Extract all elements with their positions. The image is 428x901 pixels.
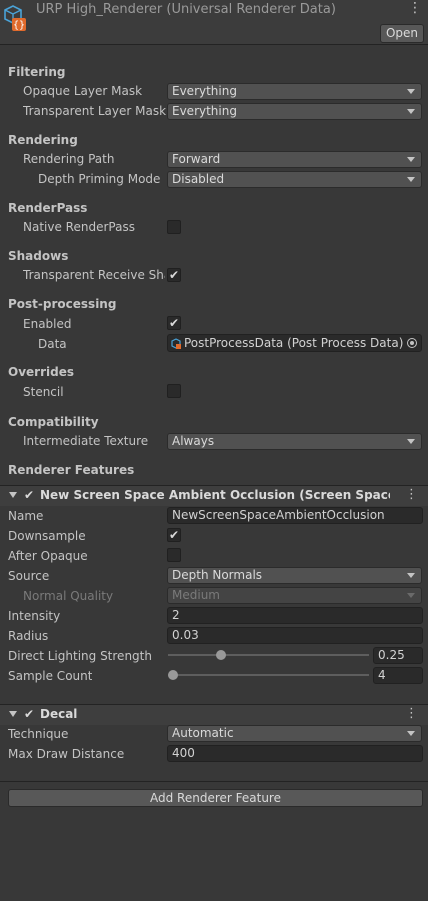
section-shadows: Shadows [8,249,69,263]
downsample-label: Downsample [8,529,86,543]
ssao-enabled-checkbox[interactable]: ✔ [24,489,36,501]
transparent-layer-mask-dropdown[interactable]: Everything [167,103,422,120]
decal-feature-title: Decal [40,707,78,721]
foldout-arrow-icon[interactable] [9,711,17,717]
max-draw-distance-label: Max Draw Distance [8,747,125,761]
foldout-arrow-icon[interactable] [9,492,17,498]
section-overrides: Overrides [8,365,74,379]
opaque-layer-mask-label: Opaque Layer Mask [23,84,143,98]
stencil-checkbox[interactable] [167,384,181,398]
after-opaque-label: After Opaque [8,549,88,563]
sample-count-field[interactable]: 4 [373,667,423,684]
downsample-checkbox[interactable]: ✔ [167,528,181,542]
ssao-feature-header[interactable]: ✔ New Screen Space Ambient Occlusion (Sc… [0,485,428,506]
inspector-title: URP High_Renderer (Universal Renderer Da… [36,2,336,17]
post-processing-enabled-checkbox[interactable]: ✔ [167,316,181,330]
normal-quality-label: Normal Quality [23,589,114,603]
ssao-name-field[interactable]: NewScreenSpaceAmbientOcclusion [167,507,423,524]
chevron-down-icon [407,89,415,94]
section-compatibility: Compatibility [8,415,99,429]
divider [0,781,428,782]
direct-lighting-slider-track[interactable] [168,654,369,656]
ssao-name-label: Name [8,509,44,523]
transparent-layer-mask-label: Transparent Layer Mask [23,104,167,118]
chevron-down-icon [407,439,415,444]
native-renderpass-label: Native RenderPass [23,220,135,234]
section-rendering: Rendering [8,133,78,147]
object-picker-icon[interactable] [407,338,417,348]
kebab-menu-icon[interactable]: ⋮ [405,487,418,502]
intermediate-texture-dropdown[interactable]: Always [167,433,422,450]
depth-priming-mode-label: Depth Priming Mode [38,172,161,186]
sample-count-slider-handle[interactable] [168,670,178,680]
transparent-layer-mask-value: Everything [172,104,237,118]
normal-quality-value: Medium [172,588,220,602]
native-renderpass-checkbox[interactable] [167,220,181,234]
chevron-down-icon [407,731,415,736]
opaque-layer-mask-dropdown[interactable]: Everything [167,83,422,100]
intensity-field[interactable]: 2 [167,607,423,624]
decal-enabled-checkbox[interactable]: ✔ [24,708,36,720]
sample-count-slider-track[interactable] [168,674,369,676]
post-process-data-value: PostProcessData (Post Process Data) [184,336,404,350]
technique-label: Technique [8,727,69,741]
chevron-down-icon [407,573,415,578]
technique-value: Automatic [172,726,234,740]
radius-field[interactable]: 0.03 [167,627,423,644]
technique-dropdown[interactable]: Automatic [167,725,422,742]
rendering-path-dropdown[interactable]: Forward [167,151,422,168]
post-process-data-field[interactable]: PostProcessData (Post Process Data) [167,334,422,352]
chevron-down-icon [407,593,415,598]
section-filtering: Filtering [8,65,66,79]
kebab-menu-icon[interactable]: ⋮ [408,0,422,16]
intensity-label: Intensity [8,609,61,623]
direct-lighting-slider-handle[interactable] [215,650,226,660]
sample-count-label: Sample Count [8,669,93,683]
section-post-processing: Post-processing [8,297,117,311]
after-opaque-checkbox[interactable] [167,548,181,562]
chevron-down-icon [407,177,415,182]
renderer-data-asset-icon: {} [4,5,26,31]
direct-lighting-strength-label: Direct Lighting Strength [8,649,152,663]
section-renderpass: RenderPass [8,201,88,215]
source-label: Source [8,569,50,583]
chevron-down-icon [407,157,415,162]
transparent-receive-shadows-label: Transparent Receive Sha [23,268,165,282]
rendering-path-value: Forward [172,152,221,166]
decal-feature-header[interactable]: ✔ Decal ⋮ [0,704,428,725]
max-draw-distance-field[interactable]: 400 [167,745,423,762]
svg-text:{}: {} [13,20,25,31]
post-processing-data-label: Data [38,337,67,351]
direct-lighting-field[interactable]: 0.25 [373,647,423,664]
post-processing-enabled-label: Enabled [23,317,72,331]
transparent-receive-shadows-checkbox[interactable]: ✔ [167,268,181,282]
post-process-asset-icon [171,338,181,349]
opaque-layer-mask-value: Everything [172,84,237,98]
depth-priming-mode-value: Disabled [172,172,225,186]
source-dropdown[interactable]: Depth Normals [167,567,422,584]
normal-quality-dropdown: Medium [167,587,422,604]
rendering-path-label: Rendering Path [23,152,115,166]
radius-label: Radius [8,629,49,643]
add-renderer-feature-button[interactable]: Add Renderer Feature [8,789,423,807]
section-renderer-features: Renderer Features [8,463,135,477]
stencil-label: Stencil [23,385,64,399]
intermediate-texture-value: Always [172,434,215,448]
source-value: Depth Normals [172,568,263,582]
inspector-header: {} URP High_Renderer (Universal Renderer… [0,0,428,45]
ssao-feature-title: New Screen Space Ambient Occlusion (Scre… [40,488,390,502]
open-button[interactable]: Open [380,24,424,43]
kebab-menu-icon[interactable]: ⋮ [405,706,418,721]
depth-priming-mode-dropdown[interactable]: Disabled [167,171,422,188]
chevron-down-icon [407,109,415,114]
intermediate-texture-label: Intermediate Texture [23,434,149,448]
